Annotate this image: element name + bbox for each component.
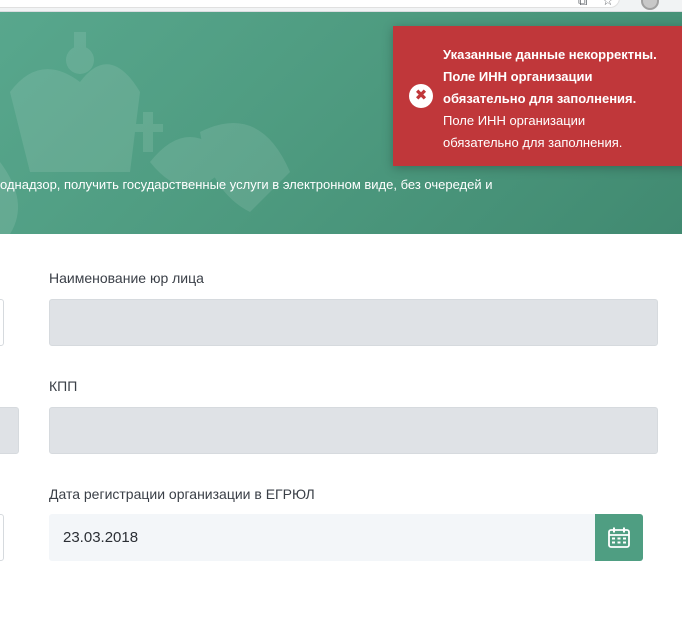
share-icon[interactable]: ⧉: [578, 0, 587, 7]
left-column-field[interactable]: [0, 514, 4, 561]
left-column-field[interactable]: [0, 407, 19, 454]
registration-date-field[interactable]: [49, 514, 595, 561]
registration-date-picker: [49, 514, 643, 561]
calendar-icon: [608, 527, 630, 548]
star-icon[interactable]: ☆: [602, 0, 614, 7]
toast-title-line: Поле ИНН организации: [443, 69, 593, 84]
toast-message: Поле ИНН организации обязательно для зап…: [443, 110, 678, 154]
kpp-field[interactable]: [49, 407, 658, 454]
calendar-button[interactable]: [595, 514, 643, 561]
toast-message-line: обязательно для заполнения.: [443, 135, 623, 150]
address-bar[interactable]: [0, 0, 620, 8]
company-name-field[interactable]: [49, 299, 658, 346]
browser-toolbar: ⧉ ☆: [0, 0, 682, 12]
left-column-field[interactable]: [0, 299, 4, 346]
hero-tagline: однадзор, получить государственные услуг…: [0, 177, 493, 192]
registration-date-label: Дата регистрации организации в ЕГРЮЛ: [49, 486, 315, 502]
toast-message-line: Поле ИНН организации: [443, 113, 586, 128]
company-name-label: Наименование юр лица: [49, 270, 204, 286]
profile-avatar[interactable]: [641, 0, 659, 10]
toast-title-line: обязательно для заполнения.: [443, 91, 637, 106]
error-x-icon[interactable]: ✖: [409, 84, 433, 108]
toast-title-line: Указанные данные некорректны.: [443, 47, 657, 62]
error-toast[interactable]: ✖ Указанные данные некорректны. Поле ИНН…: [393, 26, 682, 166]
kpp-label: КПП: [49, 378, 78, 394]
toast-title: Указанные данные некорректны. Поле ИНН о…: [443, 44, 678, 110]
